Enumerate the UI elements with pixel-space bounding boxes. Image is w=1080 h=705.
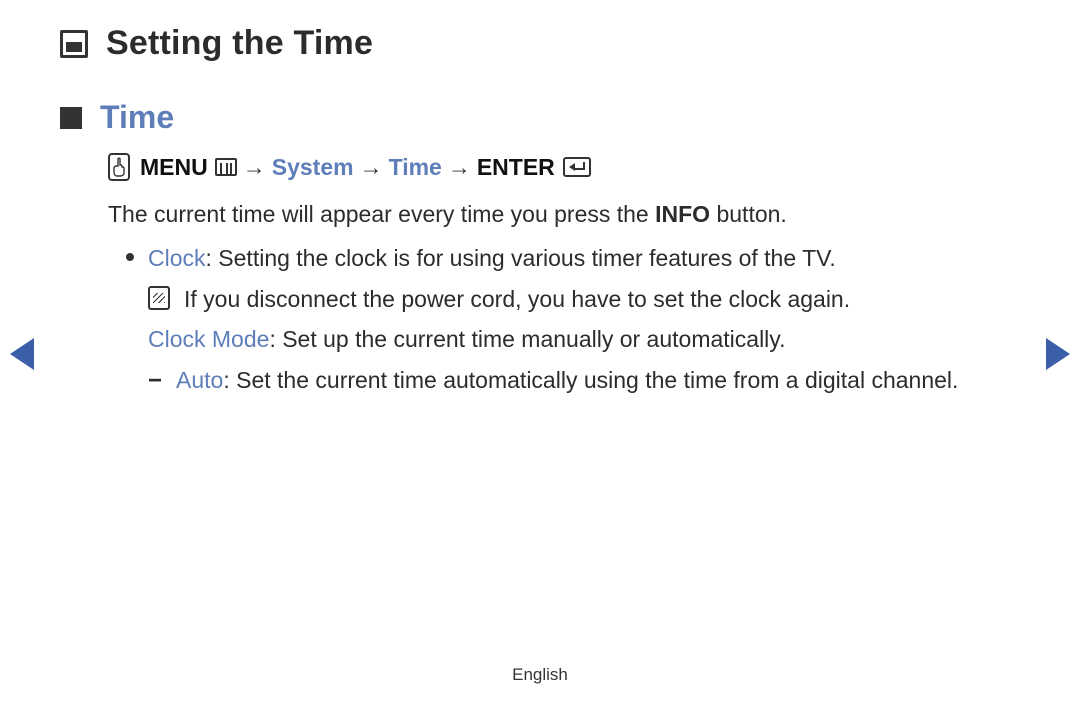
dash-icon: − [148,363,162,399]
content-block: MENU → System → Time → ENTER The current… [108,150,1020,399]
breadcrumb-menu: MENU [140,150,208,185]
intro-pre: The current time will appear every time … [108,201,655,227]
note-text: If you disconnect the power cord, you ha… [184,282,850,317]
bullet-icon [126,253,134,261]
intro-post: button. [710,201,787,227]
prev-page-button[interactable] [10,338,34,370]
square-bullet-icon [60,107,82,129]
manual-page: Setting the Time Time MENU → System → Ti… [0,0,1080,705]
clock-text: : Setting the clock is for using various… [206,245,836,271]
auto-term: Auto [176,367,223,393]
breadcrumb-system: System [272,150,354,185]
menu-button-icon [215,158,237,176]
arrow-icon: → [360,150,383,185]
intro-text: The current time will appear every time … [108,197,1020,232]
page-title: Setting the Time [106,24,373,63]
title-row: Setting the Time [60,24,1020,63]
note-row: If you disconnect the power cord, you ha… [148,282,958,317]
note-icon [148,286,170,310]
breadcrumb: MENU → System → Time → ENTER [108,150,1020,185]
clock-mode-term: Clock Mode [148,326,269,352]
breadcrumb-time: Time [389,150,442,185]
hand-icon [108,153,130,181]
enter-button-icon [563,157,591,177]
intro-bold: INFO [655,201,710,227]
bullet-list: Clock: Setting the clock is for using va… [126,241,1020,399]
clock-term: Clock [148,245,206,271]
auto-text: : Set the current time automatically usi… [223,367,958,393]
breadcrumb-enter: ENTER [477,150,555,185]
auto-row: − Auto: Set the current time automatical… [148,363,958,399]
arrow-icon: → [448,150,471,185]
bullet-content: Clock: Setting the clock is for using va… [148,241,958,399]
auto-content: Auto: Set the current time automatically… [176,363,958,399]
section-row: Time [60,99,1020,136]
footer-language: English [0,665,1080,685]
book-icon [60,30,88,58]
arrow-icon: → [243,150,266,185]
next-page-button[interactable] [1046,338,1070,370]
bullet-item-clock: Clock: Setting the clock is for using va… [126,241,1020,399]
clock-mode-row: Clock Mode: Set up the current time manu… [148,322,958,357]
section-heading: Time [100,99,174,136]
clock-mode-text: : Set up the current time manually or au… [269,326,785,352]
